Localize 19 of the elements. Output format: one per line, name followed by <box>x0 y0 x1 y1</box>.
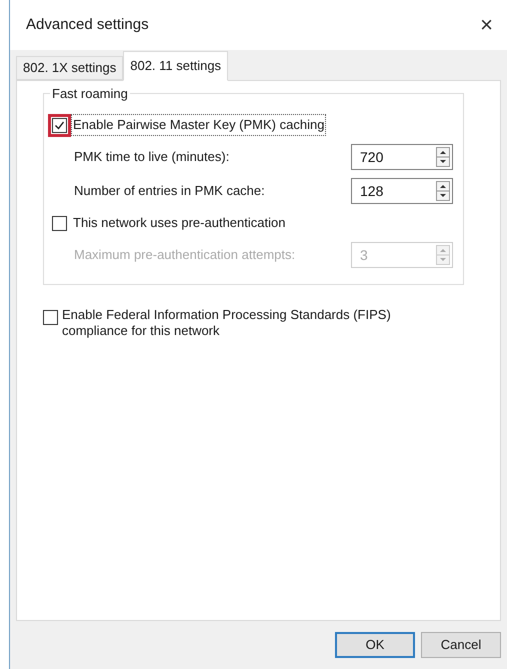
checkbox-label: Enable Federal Information Processing Standards (FIPS) compliance for this network <box>62 307 392 339</box>
close-button[interactable]: × <box>472 14 501 36</box>
checkbox-label: This network uses pre-authentication <box>72 214 286 232</box>
dialog-button[interactable]: Cancel <box>421 632 501 658</box>
number-spinner[interactable]: 128 <box>351 178 453 204</box>
checkbox[interactable] <box>43 310 58 325</box>
field-label: Maximum pre-authentication attempts: <box>74 246 296 264</box>
field-label: PMK time to live (minutes): <box>74 148 230 166</box>
checkbox[interactable] <box>52 216 67 230</box>
spin-arrows-icon[interactable] <box>436 147 450 167</box>
spin-arrows-icon[interactable] <box>436 181 450 201</box>
tab[interactable]: 802. 11 settings <box>123 51 228 81</box>
tab[interactable]: 802. 1X settings <box>16 56 124 80</box>
number-spinner[interactable]: 720 <box>351 144 453 170</box>
checkmark-icon <box>54 120 65 130</box>
dialog-button[interactable]: OK <box>335 632 415 658</box>
checkbox-label: Enable Pairwise Master Key (PMK) caching <box>71 114 326 136</box>
field-label: Number of entries in PMK cache: <box>74 182 265 200</box>
window-title: Advanced settings <box>26 14 149 35</box>
